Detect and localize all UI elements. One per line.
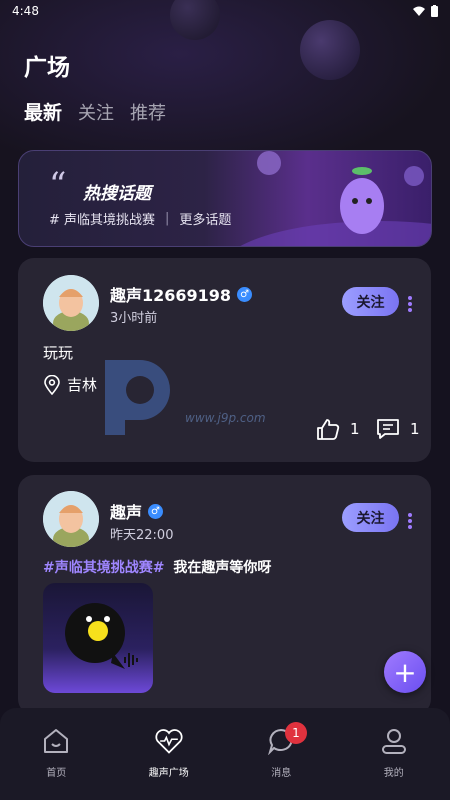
watermark-url: www.j9p.com xyxy=(185,411,266,425)
more-topics-link[interactable]: 更多话题 xyxy=(179,209,231,228)
like-count: 1 xyxy=(350,420,360,438)
hot-topics-banner[interactable]: “ 热搜话题 # 声临其境挑战赛 | 更多话题 xyxy=(18,150,432,247)
follow-button[interactable]: 关注 xyxy=(342,287,399,316)
nav-label: 趣声广场 xyxy=(148,768,189,779)
more-options-icon[interactable] xyxy=(408,511,414,531)
status-time: 4:48 xyxy=(12,4,39,18)
nav-label: 首页 xyxy=(46,768,67,779)
post-card[interactable]: 趣声12669198 ♂ 3小时前 关注 玩玩 吉林 1 1 xyxy=(18,258,431,462)
plus-icon: + xyxy=(393,655,417,689)
nav-messages[interactable]: 1 消息 xyxy=(225,708,338,800)
tab-following[interactable]: 关注 xyxy=(78,99,114,125)
post-time: 3小时前 xyxy=(110,311,158,326)
post-text: 我在趣声等你呀 xyxy=(173,560,272,576)
tab-latest[interactable]: 最新 xyxy=(18,98,63,125)
comment-stat[interactable]: 1 xyxy=(376,418,420,440)
nav-profile[interactable]: 我的 xyxy=(338,708,450,800)
battery-icon xyxy=(431,5,438,17)
post-text-line: #声临其境挑战赛# 我在趣声等你呀 xyxy=(43,557,271,577)
post-username[interactable]: 趣声12669198 ♂ xyxy=(110,282,253,306)
tab-recommended[interactable]: 推荐 xyxy=(130,99,166,125)
post-time: 昨天22:00 xyxy=(110,528,174,543)
post-text: 玩玩 xyxy=(43,344,74,362)
location-label: 吉林 xyxy=(67,376,98,394)
quote-mark: “ xyxy=(49,165,67,205)
create-post-button[interactable]: + xyxy=(384,651,426,693)
page-title: 广场 xyxy=(24,55,70,81)
nav-home[interactable]: 首页 xyxy=(0,708,113,800)
tab-label: 最新 xyxy=(24,102,63,124)
status-bar: 4:48 xyxy=(0,0,450,22)
thumbs-up-icon xyxy=(317,419,340,440)
comment-icon xyxy=(377,419,399,439)
banner-illustration xyxy=(240,151,431,246)
planet-decoration xyxy=(300,20,360,80)
message-badge: 1 xyxy=(285,722,307,744)
bottom-navigation: 首页 趣声广场 1 消息 我的 xyxy=(0,708,450,800)
post-username[interactable]: 趣声 ♂ xyxy=(110,499,164,523)
nav-label: 我的 xyxy=(383,768,404,779)
banner-title: 热搜话题 xyxy=(83,184,151,204)
male-icon: ♂ xyxy=(148,503,164,519)
feed-tabs: 最新 关注 推荐 xyxy=(18,98,166,125)
male-icon: ♂ xyxy=(237,286,253,302)
username-text: 趣声12669198 xyxy=(110,286,232,305)
watermark: www.j9p.com xyxy=(100,355,266,444)
avatar[interactable] xyxy=(43,491,99,547)
home-icon xyxy=(41,726,71,756)
post-location[interactable]: 吉林 xyxy=(43,374,97,395)
banner-separator: | xyxy=(165,211,170,226)
nav-label: 消息 xyxy=(271,768,292,779)
more-options-icon[interactable] xyxy=(408,294,414,314)
status-icons xyxy=(413,5,438,17)
profile-icon xyxy=(379,726,409,756)
q-logo-illustration xyxy=(65,603,138,669)
nav-plaza[interactable]: 趣声广场 xyxy=(113,708,226,800)
location-pin-icon xyxy=(44,374,60,395)
follow-button[interactable]: 关注 xyxy=(342,503,399,532)
post-cover-image[interactable] xyxy=(43,583,153,693)
wifi-icon xyxy=(413,6,425,16)
username-text: 趣声 xyxy=(110,503,143,522)
banner-topics: # 声临其境挑战赛 | 更多话题 xyxy=(49,209,231,228)
post-hashtag[interactable]: #声临其境挑战赛# xyxy=(43,560,164,576)
like-stat[interactable]: 1 xyxy=(316,418,360,440)
watermark-logo xyxy=(105,360,170,435)
comment-count: 1 xyxy=(410,420,420,438)
avatar[interactable] xyxy=(43,275,99,331)
plaza-heart-icon xyxy=(154,726,184,756)
banner-topic-link[interactable]: # 声临其境挑战赛 xyxy=(49,209,155,228)
